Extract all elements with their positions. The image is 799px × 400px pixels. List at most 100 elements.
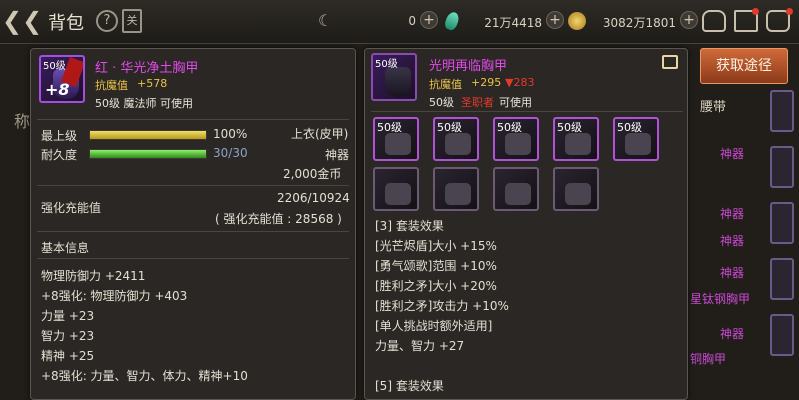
basic-info-label: 基本信息 — [41, 241, 90, 255]
slot-level: 50级 — [377, 121, 402, 134]
set-effect-line: [光芒烬盾]大小 +15% — [375, 239, 497, 253]
set-effect-line: [胜利之矛]攻击力 +10% — [375, 299, 509, 313]
set-item-slot[interactable]: 50级 — [433, 117, 479, 161]
bg-left-text: 称 — [14, 112, 31, 131]
get-source-button[interactable]: 获取途径 — [700, 48, 788, 84]
charge-extra: ( 强化充能值 : 28568 ) — [215, 212, 342, 226]
armor-piece-icon — [385, 183, 411, 205]
req-class: 圣职者 — [461, 96, 494, 109]
set-item-slot[interactable] — [433, 167, 479, 211]
durability-bar — [89, 149, 207, 159]
set-effect-line: [5] 套装效果 — [375, 379, 444, 393]
tab-belt[interactable]: 腰带 — [700, 96, 726, 115]
set-item-slot[interactable]: 50级 — [553, 117, 599, 161]
durability-bar-fill — [90, 150, 206, 158]
resist-label: 抗魔值 — [429, 78, 462, 91]
bg-row-label: 神器 — [720, 327, 745, 341]
help-icon[interactable]: ? — [96, 10, 118, 32]
equipped-item-tooltip: 50级 +8 红 · 华光净土胸甲 抗魔值 +578 50级 魔法师 可使用 最… — [30, 48, 356, 400]
bg-row-label: 铜胸甲 — [690, 352, 727, 366]
bag-icon[interactable] — [702, 10, 726, 32]
armor-piece-icon — [565, 133, 591, 155]
coin-icon — [568, 12, 586, 30]
add-gold-button[interactable]: + — [680, 11, 698, 29]
compare-item-name: 光明再临胸甲 — [429, 59, 508, 74]
armor-piece-icon — [385, 133, 411, 155]
enhance-tag: +8 — [45, 80, 70, 99]
gem-icon — [443, 10, 461, 32]
slot-level: 50级 — [617, 121, 642, 134]
slot-level: 50级 — [497, 121, 522, 134]
slot-level: 50级 — [557, 121, 582, 134]
bg-row-label: 星钛钢胸甲 — [690, 292, 751, 306]
durability-label: 耐久度 — [41, 148, 78, 162]
currency-value-3: 3082万1801 — [602, 16, 676, 30]
bg-row-label: 神器 — [720, 266, 745, 280]
armor-icon — [385, 67, 411, 97]
bg-item-slots — [770, 90, 794, 370]
set-effect-line: [单人挑战时额外适用] — [375, 319, 493, 333]
armor-piece-icon — [625, 133, 651, 155]
divider — [37, 258, 349, 259]
resist-value: +578 — [137, 77, 168, 90]
top-level-bar-fill — [90, 131, 206, 139]
compare-item-icon: 50级 — [371, 53, 417, 101]
compare-item-tooltip: 50级 光明再临胸甲 抗魔值 +295 ▼283 50级 圣职者 可使用 50级… — [364, 48, 688, 400]
stat-line: +8强化: 力量、智力、体力、精神+10 — [41, 369, 248, 383]
item-level-tag: 50级 — [375, 59, 398, 70]
add-currency-1-button[interactable]: + — [420, 11, 438, 29]
item-level-tag: 50级 — [43, 61, 66, 72]
bg-row-label: 神器 — [720, 147, 745, 161]
bg-row-label: 神器 — [720, 234, 745, 248]
divider — [37, 185, 349, 186]
set-item-slot[interactable]: 50级 — [613, 117, 659, 161]
page-title: 背包 — [48, 13, 84, 34]
set-item-slot[interactable] — [493, 167, 539, 211]
share-icon[interactable] — [662, 55, 678, 69]
stat-line: 精神 +25 — [41, 349, 95, 363]
set-item-slot[interactable] — [373, 167, 419, 211]
stat-line: 物理防御力 +2411 — [41, 269, 146, 283]
set-effect-line: [胜利之矛]大小 +20% — [375, 279, 497, 293]
book-icon[interactable]: 关 — [122, 9, 142, 33]
set-effect-line: [3] 套装效果 — [375, 219, 444, 233]
divider — [37, 231, 349, 232]
set-item-slot[interactable]: 50级 — [373, 117, 419, 161]
currency-value-2: 21万4418 — [484, 16, 542, 30]
armor-piece-icon — [445, 183, 471, 205]
c-currency-icon: ☾ — [318, 11, 333, 30]
resist-diff: ▼283 — [505, 76, 535, 89]
set-effect-line: 力量、智力 +27 — [375, 339, 465, 353]
req-usable: 可使用 — [499, 96, 532, 109]
price: 2,000金币 — [283, 167, 342, 181]
back-arrow-icon[interactable]: ❮❮ — [2, 6, 42, 36]
requirement: 50级 魔法师 可使用 — [95, 97, 193, 110]
stat-line: 力量 +23 — [41, 309, 95, 323]
equipped-item-icon: 50级 +8 — [39, 55, 85, 103]
top-bar: ❮❮ 背包 ? 关 ☾ 0 + 21万4418 + 3082万1801 + — [0, 0, 799, 44]
charge-value: 2206/10924 — [277, 191, 350, 205]
item-name: 红 · 华光净土胸甲 — [95, 61, 199, 76]
set-item-slot[interactable] — [553, 167, 599, 211]
resist-label: 抗魔值 — [95, 79, 128, 92]
set-item-slot[interactable]: 50级 — [493, 117, 539, 161]
charge-label: 强化充能值 — [41, 201, 102, 215]
stat-line: +8强化: 物理防御力 +403 — [41, 289, 188, 303]
slot-level: 50级 — [437, 121, 462, 134]
armor-piece-icon — [505, 183, 531, 205]
currency-value-1: 0 — [408, 14, 416, 28]
mail-badge — [752, 8, 759, 15]
resist-value: +295 — [471, 76, 502, 89]
stat-line: 智力 +23 — [41, 329, 95, 343]
chat-badge — [786, 8, 793, 15]
bg-row-label: 神器 — [720, 207, 745, 221]
divider — [37, 119, 349, 120]
divider — [371, 111, 683, 112]
armor-piece-icon — [505, 133, 531, 155]
slot-type: 上衣(皮甲) — [291, 127, 349, 141]
add-currency-2-button[interactable]: + — [546, 11, 564, 29]
durability-value: 30/30 — [213, 146, 248, 160]
armor-piece-icon — [445, 133, 471, 155]
armor-piece-icon — [565, 183, 591, 205]
top-level-value: 100% — [213, 127, 248, 141]
